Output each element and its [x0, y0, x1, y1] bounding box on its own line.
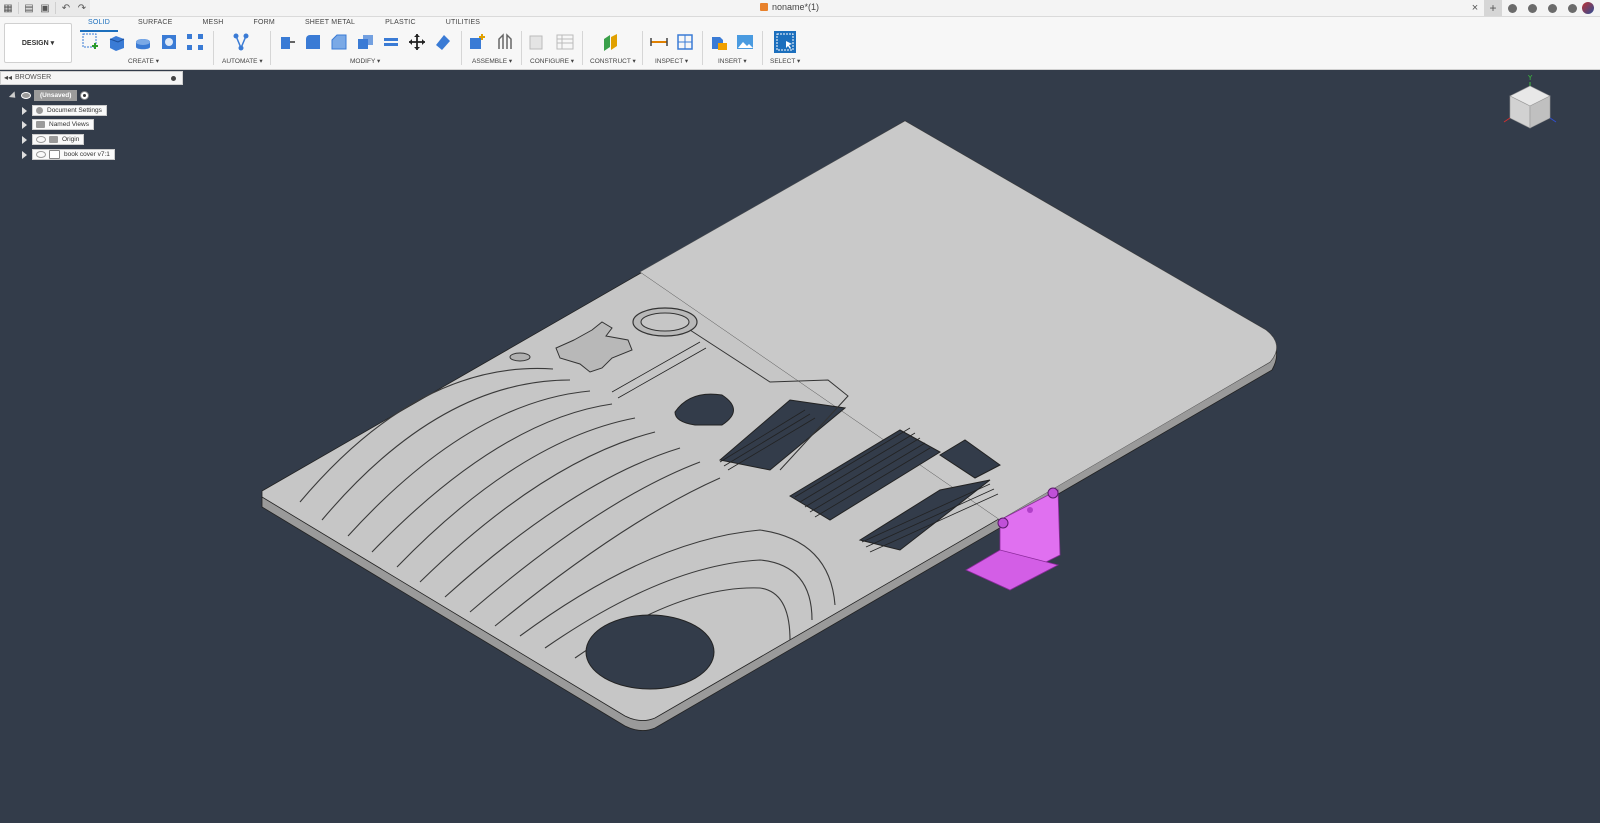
- folder-icon: [49, 136, 58, 143]
- tree-item-book-cover[interactable]: book cover v7:1: [32, 149, 115, 160]
- viewport-canvas[interactable]: [0, 0, 1600, 823]
- browser-panel: ◂◂ BROWSER: [0, 71, 183, 85]
- small-slot: [509, 352, 531, 362]
- pin-icon[interactable]: [171, 76, 176, 81]
- large-hole: [585, 614, 715, 690]
- root-label: (Unsaved): [34, 90, 78, 101]
- gear-icon: [36, 107, 43, 114]
- expand-named-views-icon[interactable]: [22, 121, 27, 129]
- visibility-icon[interactable]: [36, 151, 46, 158]
- expand-document-settings-icon[interactable]: [22, 107, 27, 115]
- tree-item-document-settings[interactable]: Document Settings: [32, 105, 107, 116]
- folder-icon: [36, 121, 45, 128]
- visibility-icon[interactable]: [36, 136, 46, 143]
- activate-radio[interactable]: [80, 91, 90, 100]
- tree-item-origin[interactable]: Origin: [32, 134, 85, 145]
- visibility-icon[interactable]: [21, 92, 31, 99]
- tree-item-named-views[interactable]: Named Views: [32, 119, 94, 130]
- expand-component-icon[interactable]: [22, 151, 27, 159]
- ring-inner: [640, 312, 690, 332]
- tree-root[interactable]: (Unsaved): [21, 90, 90, 101]
- viewcube-axis-y: Y: [1527, 74, 1533, 82]
- expand-origin-icon[interactable]: [22, 136, 27, 144]
- component-link-icon: [49, 150, 60, 159]
- browser-title: BROWSER: [15, 74, 52, 81]
- collapse-browser-button[interactable]: ◂◂: [4, 73, 12, 82]
- viewcube[interactable]: Y: [1500, 72, 1560, 132]
